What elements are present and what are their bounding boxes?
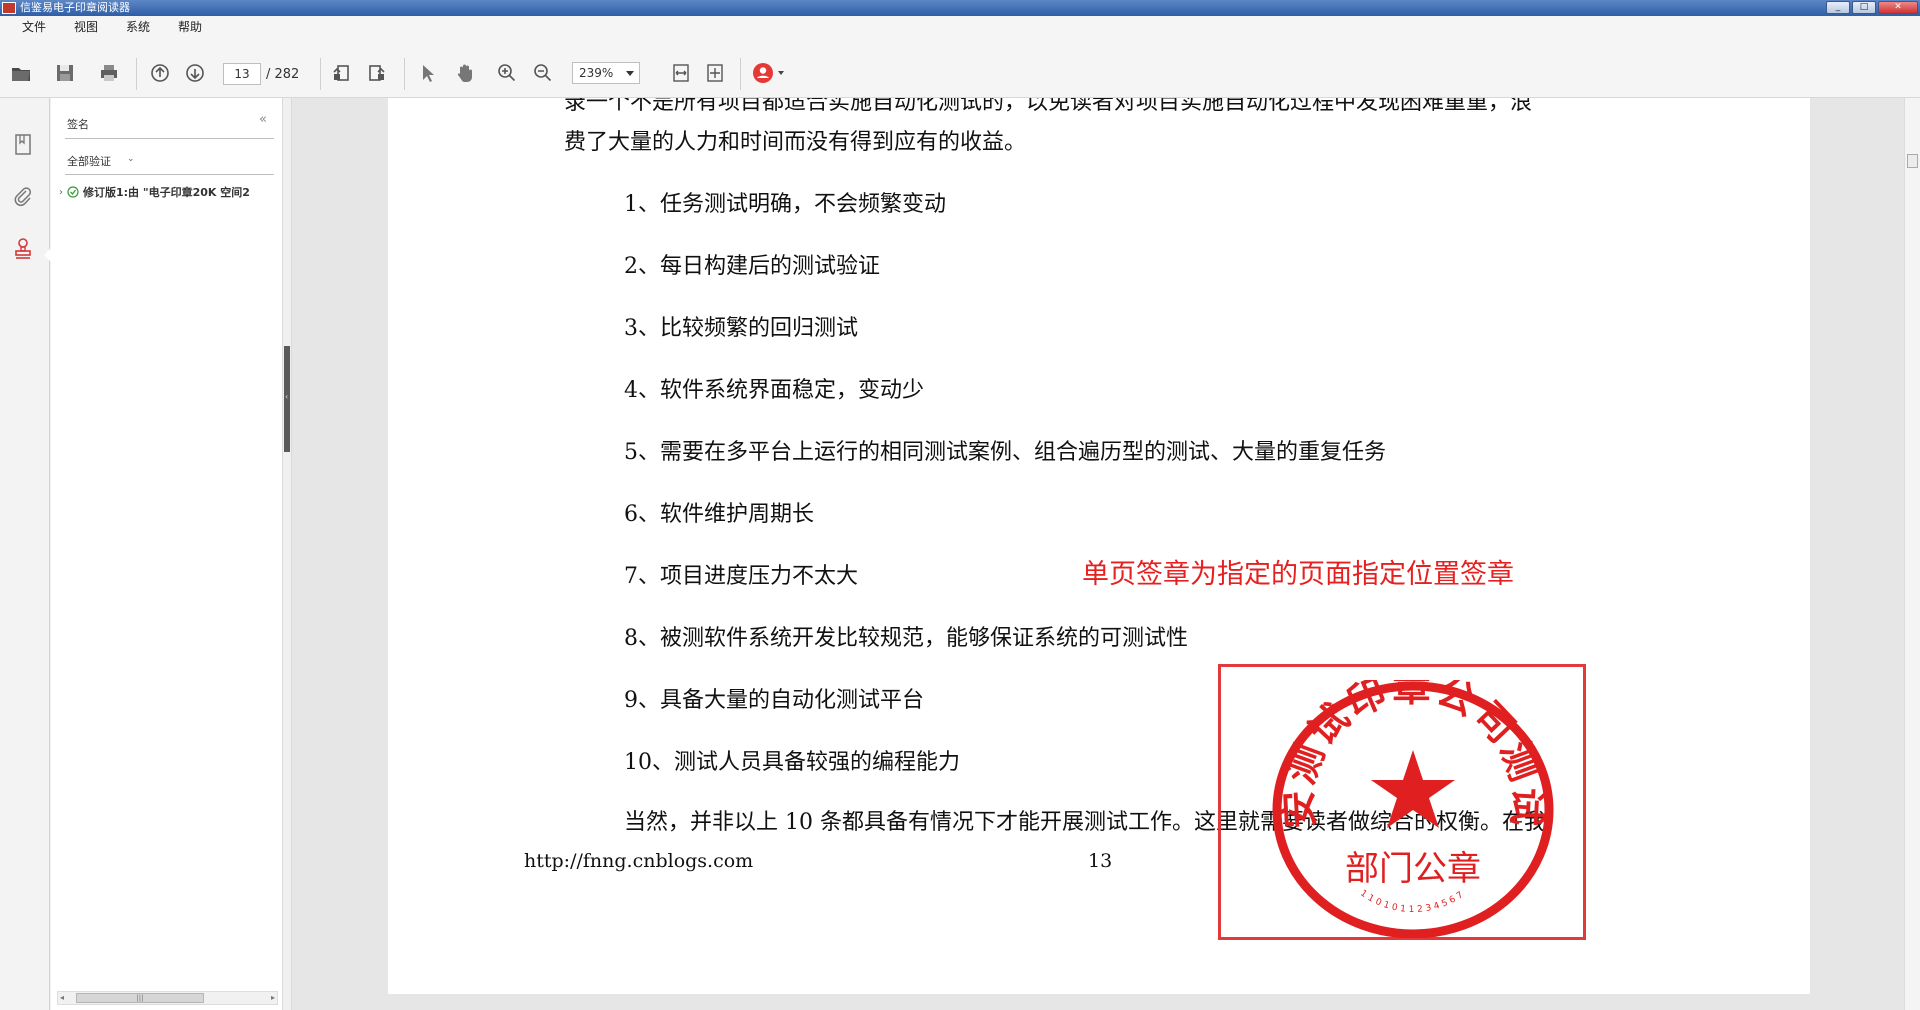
rotate-right-icon — [369, 65, 385, 81]
scrollbar-thumb[interactable]: ||| — [76, 993, 204, 1003]
list-item: 9、具备大量的自动化测试平台 — [624, 688, 924, 713]
list-item: 7、项目进度压力不太大 — [624, 564, 858, 589]
cursor-icon — [423, 65, 434, 82]
list-item: 4、软件系统界面稳定，变动少 — [624, 378, 924, 403]
zoom-in-icon — [498, 64, 516, 82]
zoom-select[interactable]: 239% — [572, 62, 640, 84]
list-item: 8、被测软件系统开发比较规范，能够保证系统的可测试性 — [624, 626, 1188, 651]
hand-icon — [457, 64, 472, 82]
signature-panel-button[interactable] — [11, 236, 35, 262]
signature-tree-label: 修订版1:由 "电子印章20K 空间2 — [83, 186, 250, 199]
hand-tool-button[interactable] — [452, 60, 478, 86]
splitter-handle[interactable]: ‹ — [284, 346, 290, 452]
fit-page-icon — [707, 64, 723, 82]
collapse-arrow-icon: ‹ — [285, 392, 289, 401]
list-item: 5、需要在多平台上运行的相同测试案例、组合遍历型的测试、大量的重复任务 — [624, 440, 1386, 465]
caret-down-icon — [778, 71, 784, 75]
footer-url: http://fnng.cnblogs.com — [524, 850, 754, 872]
prev-page-button[interactable] — [147, 60, 173, 86]
fit-width-icon — [673, 64, 689, 82]
stamp-icon — [15, 238, 31, 259]
page-number-input[interactable]: 13 — [223, 63, 261, 85]
printer-icon — [101, 65, 117, 81]
doc-line-top: 录一个不是所有项目都适合实施自动化测试的，以免读者对项目实施自动化过程中发现困难… — [564, 98, 1533, 115]
fit-page-button[interactable] — [702, 60, 728, 86]
minimize-button[interactable]: _ — [1826, 1, 1850, 14]
paperclip-icon — [14, 187, 31, 207]
folder-icon — [12, 68, 30, 81]
document-page: 录一个不是所有项目都适合实施自动化测试的，以免读者对项目实施自动化过程中发现困难… — [388, 98, 1810, 994]
menu-bar: 文件 视图 系统 帮助 — [0, 16, 1920, 36]
doc-line-intro: 费了大量的人力和时间而没有得到应有的收益。 — [564, 130, 1027, 155]
divider — [65, 174, 274, 175]
scrollbar-thumb[interactable] — [1907, 154, 1918, 168]
bookmark-icon — [15, 134, 31, 155]
panel-switcher — [0, 98, 51, 1010]
star-icon — [1371, 750, 1455, 828]
check-circle-icon — [67, 186, 79, 198]
user-menu-button[interactable] — [752, 60, 792, 86]
zoom-out-icon — [534, 64, 552, 82]
document-viewport[interactable]: 录一个不是所有项目都适合实施自动化测试的，以免读者对项目实施自动化过程中发现困难… — [292, 98, 1904, 1010]
app-icon — [2, 2, 16, 14]
print-button[interactable] — [96, 60, 122, 86]
window-controls: _ □ ✕ — [1826, 1, 1918, 14]
user-icon — [753, 63, 773, 83]
chevron-down-icon[interactable]: ⌄ — [127, 154, 135, 164]
chevron-right-icon[interactable]: › — [55, 187, 67, 198]
zoom-in-button[interactable] — [494, 60, 520, 86]
collapse-panel-button[interactable]: « — [259, 112, 267, 127]
signature-panel: 签名 « 全部验证 ⌄ › 修订版1:由 "电子印章20K 空间2 ◂ ||| … — [51, 98, 282, 1010]
list-item: 10、测试人员具备较强的编程能力 — [624, 750, 960, 775]
bookmark-panel-button[interactable] — [11, 132, 35, 158]
arrow-down-circle-icon — [186, 64, 204, 82]
attachment-panel-button[interactable] — [11, 184, 35, 210]
panel-title: 签名 — [67, 118, 89, 131]
verify-all-button[interactable]: 全部验证 — [67, 153, 111, 169]
list-item: 3、比较频繁的回归测试 — [624, 316, 858, 341]
zoom-value: 239% — [579, 66, 614, 80]
open-file-button[interactable] — [8, 60, 34, 86]
close-button[interactable]: ✕ — [1878, 1, 1918, 14]
scroll-left-icon[interactable]: ◂ — [60, 993, 64, 1002]
toolbar: 13 / 282 239% — [0, 36, 1920, 98]
signature-tree-node[interactable]: › 修订版1:由 "电子印章20K 空间2 — [55, 184, 280, 200]
zoom-out-button[interactable] — [530, 60, 556, 86]
chevron-down-icon — [626, 71, 634, 76]
rotate-left-icon — [333, 65, 349, 81]
company-seal[interactable]: 西安测试印章公司测试部 部门公章 1101011234567 — [1268, 680, 1558, 938]
next-page-button[interactable] — [182, 60, 208, 86]
maximize-button[interactable]: □ — [1852, 1, 1876, 14]
annotation-text: 单页签章为指定的页面指定位置签章 — [1082, 559, 1514, 590]
menu-file[interactable]: 文件 — [22, 18, 46, 35]
rotate-left-button[interactable] — [328, 60, 354, 86]
save-button[interactable] — [52, 60, 78, 86]
menu-system[interactable]: 系统 — [126, 18, 150, 35]
panel-splitter[interactable]: ‹ — [282, 98, 292, 1010]
seal-code: 1101011234567 — [1358, 889, 1467, 915]
scroll-right-icon[interactable]: ▸ — [271, 993, 275, 1002]
title-bar: 信鉴易电子印章阅读器 _ □ ✕ — [0, 0, 1920, 16]
save-icon — [57, 65, 73, 81]
select-tool-button[interactable] — [414, 60, 440, 86]
active-panel-indicator — [44, 248, 51, 262]
rotate-right-button[interactable] — [364, 60, 390, 86]
list-item: 2、每日构建后的测试验证 — [624, 254, 880, 279]
fit-width-button[interactable] — [668, 60, 694, 86]
menu-view[interactable]: 视图 — [74, 18, 98, 35]
menu-help[interactable]: 帮助 — [178, 18, 202, 35]
page-total: / 282 — [266, 67, 300, 82]
footer-page-number: 13 — [1088, 850, 1113, 872]
window-title: 信鉴易电子印章阅读器 — [20, 1, 130, 14]
arrow-up-circle-icon — [151, 64, 169, 82]
list-item: 6、软件维护周期长 — [624, 502, 814, 527]
vertical-scrollbar[interactable] — [1904, 98, 1920, 1010]
seal-center-text: 部门公章 — [1345, 849, 1481, 889]
divider — [65, 138, 274, 139]
horizontal-scrollbar[interactable]: ◂ ||| ▸ — [57, 991, 278, 1005]
list-item: 1、任务测试明确，不会频繁变动 — [624, 192, 946, 217]
